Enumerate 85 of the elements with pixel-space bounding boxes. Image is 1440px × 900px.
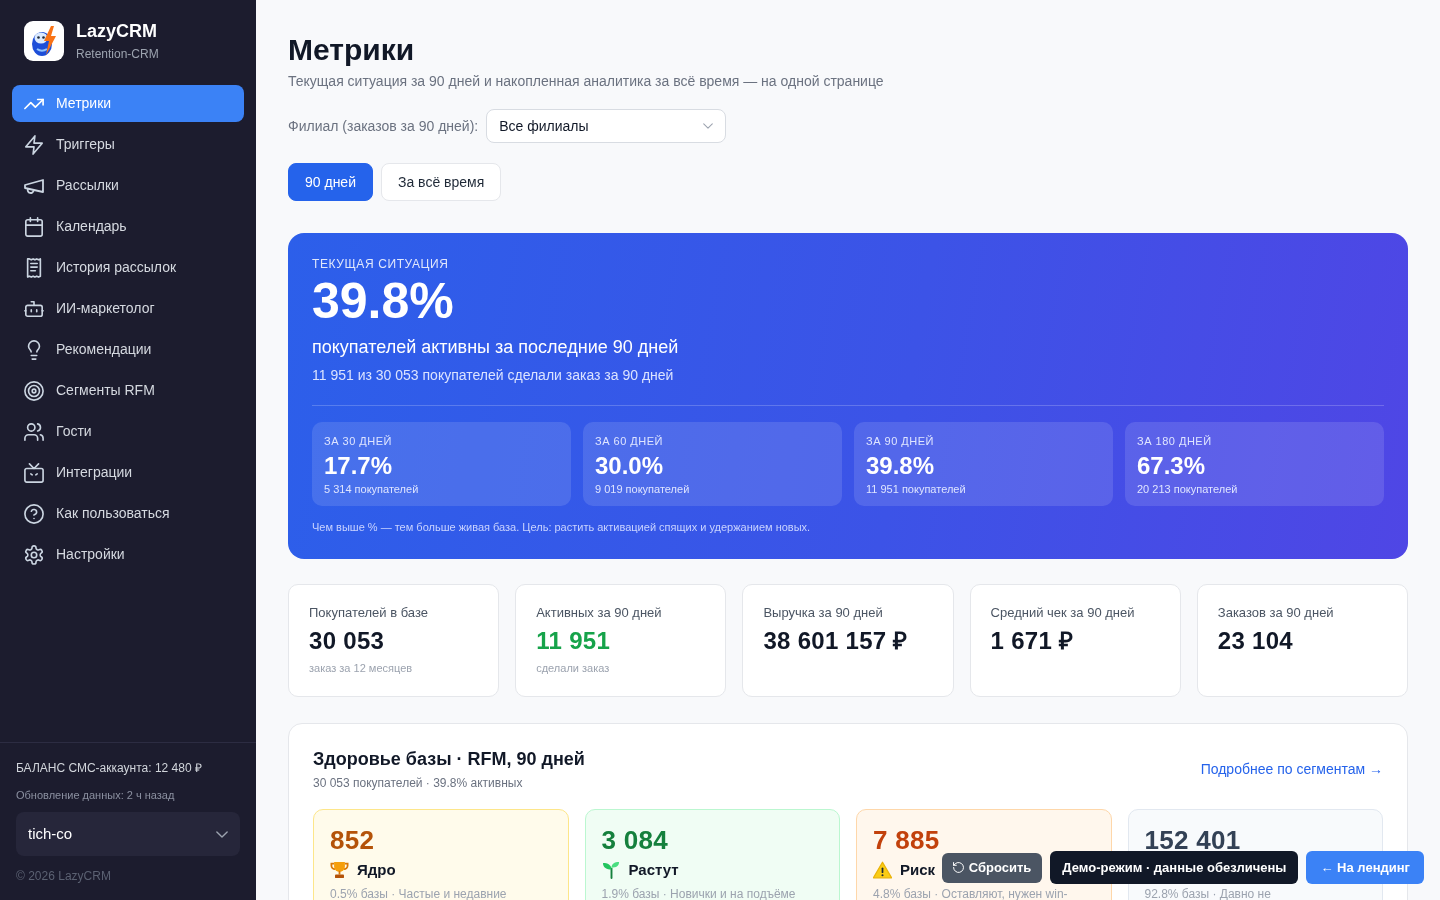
- nav-item[interactable]: Триггеры: [12, 126, 244, 163]
- help-icon: [24, 503, 44, 524]
- calendar-icon: [24, 216, 44, 237]
- nav-item[interactable]: Метрики: [12, 85, 244, 122]
- trophy-icon: [330, 861, 349, 879]
- health-title: Здоровье базы · RFM, 90 дней: [313, 748, 585, 771]
- stat-label: Заказов за 90 дней: [1217, 605, 1335, 620]
- nav-item[interactable]: Гости: [12, 413, 244, 450]
- hero-headline: покупателей активны за последние 90 дней: [312, 336, 680, 359]
- stat-value: 11 951: [536, 626, 612, 655]
- nav-item[interactable]: Интеграции: [12, 454, 244, 491]
- mascot-logo-icon: [24, 21, 64, 61]
- nav-item[interactable]: Настройки: [12, 536, 244, 573]
- data-updated-text: Обновление данных: 2 ч назад: [16, 788, 176, 802]
- page-subtitle: Текущая ситуация за 90 дней и накопленная аналитика за всё время — на одной странице: [288, 72, 885, 90]
- segment-label: Ядро: [357, 860, 396, 880]
- segment-value: 7 885: [873, 824, 941, 856]
- period-label: ЗА 60 ДНЕЙ: [595, 434, 664, 448]
- brand-tagline: Retention-CRM: [76, 46, 159, 62]
- users-icon: [24, 421, 44, 442]
- receipt-icon: [24, 257, 44, 278]
- stat-label: Выручка за 90 дней: [763, 605, 884, 620]
- period-value: 17.7%: [324, 452, 394, 480]
- nav-item[interactable]: Рекомендации: [12, 331, 244, 368]
- segment-label: Растут: [628, 860, 679, 880]
- period-label: ЗА 90 ДНЕЙ: [866, 434, 935, 448]
- stat-value: 38 601 157 ₽: [763, 626, 909, 655]
- sprout-icon: [601, 861, 621, 879]
- lightning-icon: [24, 134, 44, 155]
- period-label: ЗА 30 ДНЕЙ: [324, 434, 393, 448]
- segment-description: 0.5% базы · Частые и недавние: [330, 887, 508, 900]
- nav-item[interactable]: Как пользоваться: [12, 495, 244, 532]
- stat-label: Активных за 90 дней: [536, 605, 663, 620]
- account-select[interactable]: tich-co: [16, 812, 240, 856]
- reset-button[interactable]: Сбросить: [941, 852, 1043, 883]
- health-subtitle: 30 053 покупателей · 39.8% активных: [313, 775, 524, 791]
- stat-label: Покупателей в базе: [309, 605, 429, 620]
- hero-eyebrow: ТЕКУЩАЯ СИТУАЦИЯ: [312, 257, 450, 272]
- segment-description: 4.8% базы · Оставляют, нужен win-: [873, 887, 1069, 900]
- refresh-icon: [952, 862, 964, 873]
- hero-note: Чем выше % — тем больше живая база. Цель: растить активацией спящих и удержанием новых.: [312, 520, 812, 534]
- demo-mode-badge: Демо-режим · данные обезличены: [1050, 851, 1299, 884]
- period-value: 30.0%: [595, 452, 665, 480]
- nav-item[interactable]: ИИ-маркетолог: [12, 290, 244, 327]
- hero-value: 39.8%: [312, 274, 455, 329]
- period-label: ЗА 180 ДНЕЙ: [1137, 434, 1213, 448]
- segment-value: 852: [330, 824, 376, 856]
- segment-label: Риск: [900, 860, 936, 880]
- period-caption: 5 314 покупателей: [324, 482, 420, 496]
- period-tab[interactable]: За всё время: [380, 163, 502, 201]
- tv-icon: [24, 462, 44, 483]
- segment-description: 1.9% базы · Новички и на подъёме: [601, 887, 797, 900]
- brand-name: LazyCRM: [76, 20, 158, 42]
- segments-link[interactable]: Подробнее по сегментам →: [1200, 759, 1383, 780]
- segment-description: 92.8% базы · Давно не: [1144, 887, 1272, 900]
- chevron-down-icon: [703, 123, 714, 129]
- landing-button[interactable]: ← На лендинг: [1306, 851, 1424, 884]
- sms-balance: БАЛАНС СМС-аккаунта: 12 480 ₽: [16, 761, 203, 776]
- period-caption: 9 019 покупателей: [595, 482, 691, 496]
- period-value: 67.3%: [1137, 452, 1207, 480]
- stat-label: Средний чек за 90 дней: [990, 605, 1136, 620]
- settings-icon: [24, 544, 44, 565]
- stat-value: 30 053: [309, 626, 386, 655]
- page-title: Метрики: [288, 32, 416, 68]
- branch-select[interactable]: Все филиалы: [486, 109, 727, 143]
- chevron-down-icon: [216, 830, 228, 838]
- robot-icon: [24, 298, 44, 319]
- segment-value: 3 084: [601, 824, 670, 856]
- stat-value: 1 671 ₽: [990, 626, 1075, 655]
- hero-detail: 11 951 из 30 053 покупателей сделали заказ за 90 дней: [312, 366, 675, 385]
- period-caption: 20 213 покупателей: [1137, 482, 1239, 496]
- target-icon: [24, 380, 44, 401]
- nav-item[interactable]: Рассылки: [12, 167, 244, 204]
- filter-label: Филиал (заказов за 90 дней):: [288, 116, 479, 136]
- period-caption: 11 951 покупателей: [866, 482, 967, 496]
- stat-caption: сделали заказ: [536, 661, 611, 675]
- nav-item[interactable]: Сегменты RFM: [12, 372, 244, 409]
- nav-item[interactable]: Календарь: [12, 208, 244, 245]
- stat-value: 23 104: [1217, 626, 1294, 655]
- copyright: © 2026 LazyCRM: [16, 869, 112, 885]
- warning-icon: [873, 861, 892, 879]
- period-value: 39.8%: [866, 452, 936, 480]
- period-tab[interactable]: 90 дней: [288, 163, 373, 201]
- nav-item[interactable]: История рассылок: [12, 249, 244, 286]
- stat-caption: заказ за 12 месяцев: [309, 661, 414, 675]
